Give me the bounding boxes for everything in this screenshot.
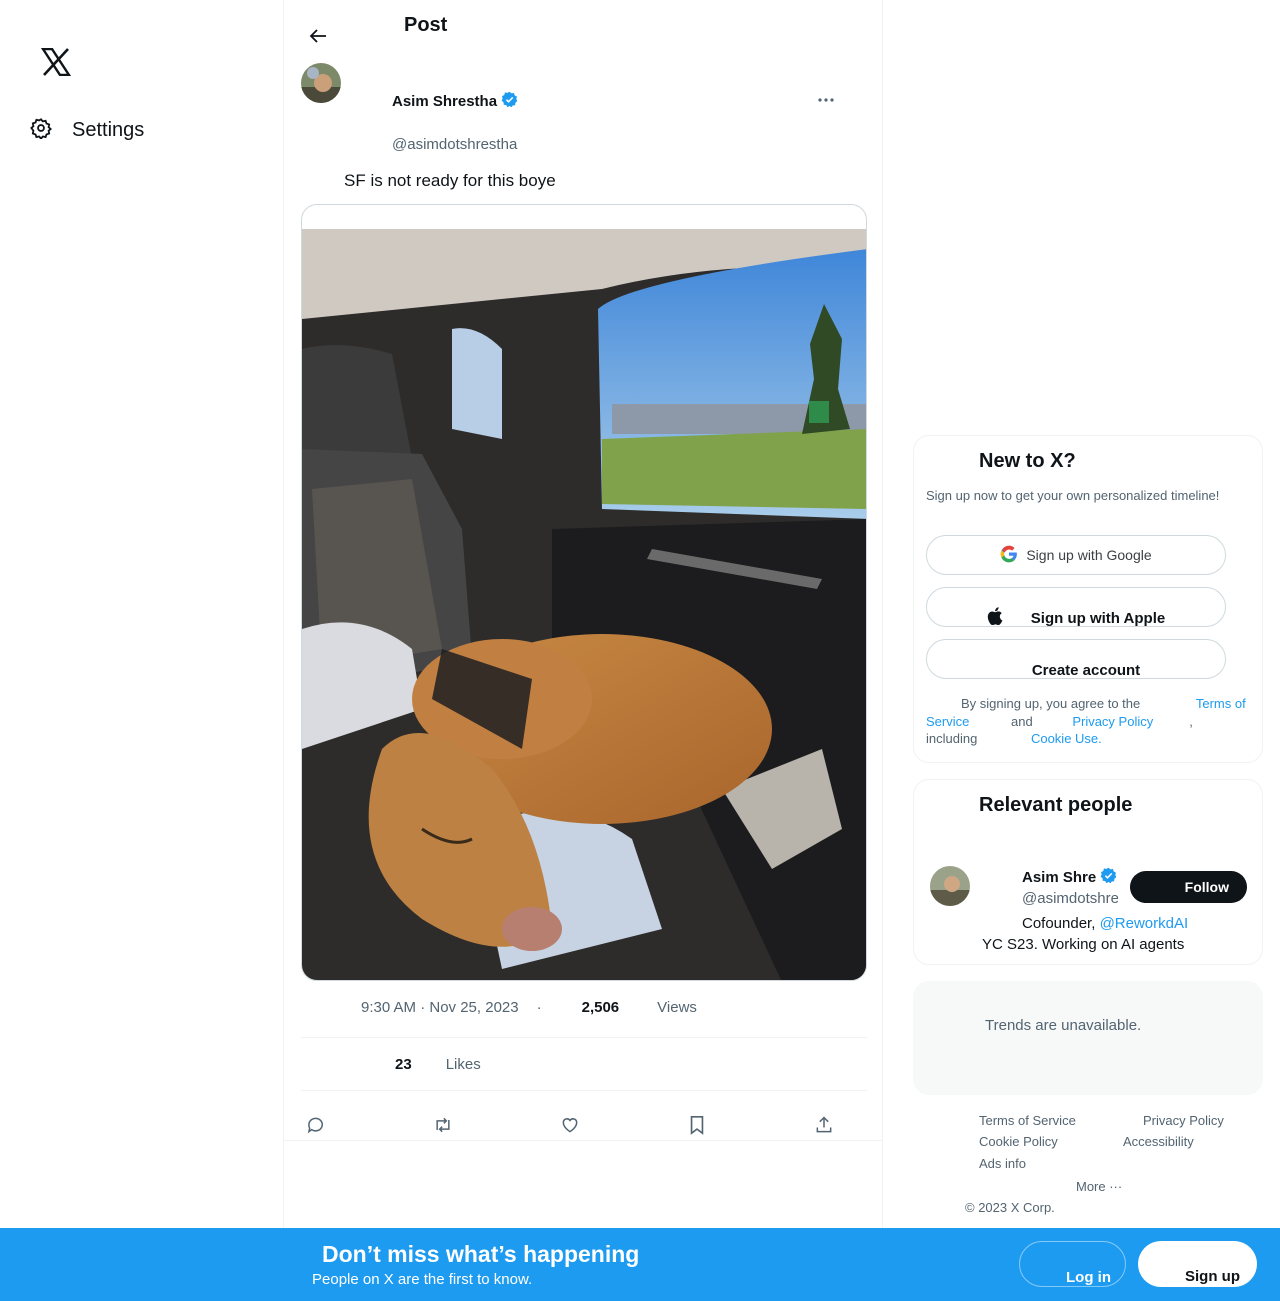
x-logo-icon[interactable]: [36, 42, 76, 82]
relevant-person-avatar[interactable]: [930, 866, 970, 906]
heart-icon: [560, 1115, 580, 1140]
verified-badge-icon: [1100, 867, 1117, 888]
trends-unavailable-text: Trends are unavailable.: [985, 1017, 1142, 1034]
relevant-people-title: Relevant people: [979, 794, 1133, 816]
relevant-person-name-text: Asim Shre: [1022, 869, 1097, 886]
google-signup-label: Sign up with Google: [1026, 547, 1152, 563]
footer-more-button[interactable]: More ···: [1076, 1179, 1122, 1194]
like-button[interactable]: [555, 1114, 585, 1140]
bottom-signup-bar: Don’t miss what’s happening People on X …: [0, 1228, 1280, 1301]
footer-terms-link[interactable]: Terms of Service: [979, 1113, 1076, 1128]
signup-legal-text: By signing up, you agree to the Terms of…: [926, 695, 1246, 748]
likes-count: 23: [395, 1056, 412, 1073]
google-signup-button[interactable]: Sign up with Google: [926, 535, 1226, 575]
left-sidebar: Settings: [0, 0, 283, 1301]
back-button[interactable]: [302, 24, 334, 52]
apple-signup-label: Sign up with Apple: [1030, 609, 1166, 627]
bottom-bar-title: Don’t miss what’s happening: [322, 1241, 640, 1267]
tweet-action-bar: [301, 1114, 867, 1140]
footer-ads-info-link[interactable]: Ads info: [979, 1156, 1026, 1171]
signup-label: Sign up: [1185, 1268, 1240, 1285]
settings-label: Settings: [72, 118, 145, 141]
create-account-button[interactable]: Create account: [926, 639, 1226, 679]
author-avatar[interactable]: [301, 63, 341, 103]
tweet-text: SF is not ready for this boye: [344, 171, 556, 190]
gear-icon: [30, 117, 53, 144]
settings-nav-item[interactable]: Settings: [22, 110, 152, 150]
footer-accessibility-link[interactable]: Accessibility: [1123, 1134, 1194, 1149]
google-logo-icon: [1000, 545, 1018, 566]
reply-icon: [306, 1115, 326, 1140]
views-count: 2,506: [581, 999, 620, 1016]
dog-in-car-photo: [302, 229, 866, 980]
author-name[interactable]: Asim Shrestha: [392, 91, 518, 112]
privacy-policy-link[interactable]: Privacy Policy: [1072, 714, 1153, 729]
repost-icon: [432, 1115, 454, 1140]
reworkd-mention-link[interactable]: @ReworkdAI: [1100, 915, 1189, 932]
legal-prefix: By signing up, you agree to the: [961, 696, 1141, 711]
author-handle[interactable]: @asimdotshrestha: [392, 136, 517, 153]
more-options-button[interactable]: [814, 88, 838, 108]
relevant-person-name[interactable]: Asim Shre: [1022, 867, 1117, 888]
tweet-media-photo[interactable]: [301, 204, 867, 981]
divider: [301, 1090, 867, 1091]
tweet-meta: 9:30 AM · Nov 25, 2023 · 2,506 Views: [301, 999, 697, 1016]
page-title: Post: [404, 14, 448, 36]
share-icon: [814, 1115, 834, 1140]
relevant-person-bio: Cofounder, @ReworkdAI YC S23. Working on…: [982, 913, 1252, 955]
footer-privacy-link[interactable]: Privacy Policy: [1143, 1113, 1224, 1128]
views-label: Views: [657, 999, 697, 1016]
right-sidebar: New to X? Sign up now to get your own pe…: [913, 0, 1263, 1301]
follow-button[interactable]: Follow: [1130, 871, 1247, 903]
repost-button[interactable]: [428, 1114, 458, 1140]
reply-button[interactable]: [301, 1114, 331, 1140]
login-button[interactable]: Log in: [1019, 1241, 1126, 1287]
share-button[interactable]: [809, 1114, 839, 1140]
signup-button[interactable]: Sign up: [1138, 1241, 1257, 1287]
more-dots-icon: [818, 89, 834, 107]
author-name-text: Asim Shrestha: [392, 93, 498, 110]
signup-card-title: New to X?: [979, 450, 1076, 472]
legal-and: and: [1010, 713, 1033, 729]
signup-card: New to X? Sign up now to get your own pe…: [913, 435, 1263, 763]
tweet-timestamp[interactable]: 9:30 AM · Nov 25, 2023: [361, 999, 519, 1016]
apple-signup-button[interactable]: Sign up with Apple: [926, 587, 1226, 627]
signup-card-subtitle: Sign up now to get your own personalized…: [926, 488, 1220, 503]
bio-rest: YC S23. Working on AI agents: [982, 936, 1185, 953]
divider: [301, 1037, 867, 1038]
login-label: Log in: [1066, 1269, 1111, 1286]
bottom-bar-subtitle: People on X are the first to know.: [312, 1271, 533, 1288]
bookmark-icon: [688, 1115, 706, 1140]
cookie-use-link[interactable]: Cookie Use.: [1031, 731, 1102, 746]
relevant-people-card: Relevant people Asim Shre @asimdotshre F…: [913, 779, 1263, 965]
likes-label: Likes: [445, 1056, 481, 1073]
footer-copyright: © 2023 X Corp.: [965, 1200, 1055, 1215]
main-column: Post Asim Shrestha @asimdotshrestha SF i…: [283, 0, 883, 1301]
apple-logo-icon: [987, 607, 1003, 629]
bio-lead: Cofounder,: [1022, 915, 1096, 932]
verified-badge-icon: [501, 91, 518, 112]
footer-cookie-link[interactable]: Cookie Policy: [979, 1134, 1058, 1149]
trends-card: Trends are unavailable.: [913, 981, 1263, 1095]
divider: [284, 1140, 882, 1141]
bookmark-button[interactable]: [682, 1114, 712, 1140]
relevant-person-handle[interactable]: @asimdotshre: [1022, 890, 1118, 907]
likes-link[interactable]: 23 Likes: [301, 1056, 481, 1073]
create-account-label: Create account: [1031, 661, 1141, 679]
arrow-left-icon: [309, 28, 327, 49]
meta-separator: ·: [536, 999, 542, 1016]
